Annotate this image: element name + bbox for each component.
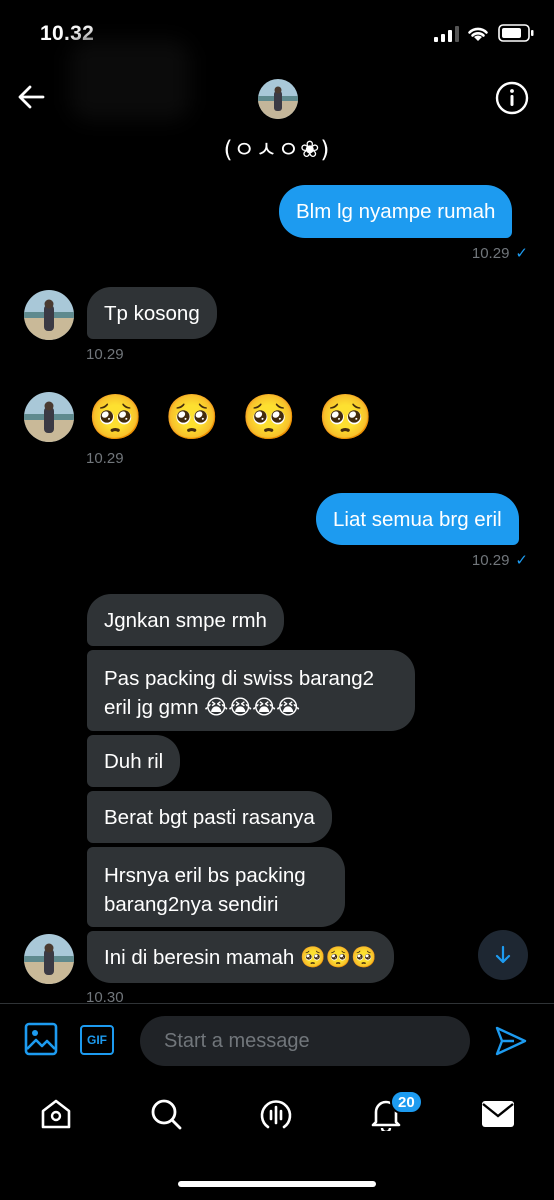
notification-badge: 20	[390, 1090, 423, 1114]
sender-avatar[interactable]	[24, 934, 74, 984]
composer-divider	[0, 1003, 554, 1004]
message-input[interactable]	[140, 1016, 470, 1066]
home-indicator	[178, 1181, 376, 1187]
spaces-icon	[260, 1100, 292, 1129]
message-bubble-sent[interactable]: Liat semua brg eril	[316, 493, 519, 545]
wifi-icon	[468, 27, 488, 41]
message-timestamp: 10.29	[86, 450, 124, 467]
back-arrow-icon[interactable]	[16, 82, 46, 112]
conversation-name[interactable]: (ㅇㅅㅇ❀)	[0, 130, 554, 164]
tab-spaces[interactable]	[256, 1094, 296, 1134]
sender-avatar[interactable]	[24, 392, 74, 442]
message-bubble-received[interactable]: Hrsnya eril bs packing barang2nya sendir…	[87, 847, 345, 927]
search-icon	[151, 1099, 182, 1130]
message-bubble-received[interactable]: Jgnkan smpe rmh	[87, 594, 284, 646]
message-bubble-received[interactable]: Tp kosong	[87, 287, 217, 339]
send-icon[interactable]	[494, 1024, 528, 1058]
blurred-region	[70, 40, 190, 120]
conversation-avatar[interactable]	[258, 79, 298, 119]
message-bubble-received[interactable]: Berat bgt pasti rasanya	[87, 791, 332, 843]
read-check-icon: ✓	[515, 245, 528, 262]
home-icon	[41, 1099, 71, 1129]
tab-messages[interactable]	[478, 1094, 518, 1134]
emoji-message[interactable]: 🥺 🥺 🥺 🥺	[88, 393, 377, 443]
battery-icon	[498, 24, 534, 42]
message-bubble-received[interactable]: Ini di beresin mamah 🥺🥺🥺	[87, 931, 394, 983]
message-timestamp: 10.29	[86, 346, 124, 363]
scroll-to-bottom-button[interactable]	[478, 930, 528, 980]
sender-avatar[interactable]	[24, 290, 74, 340]
arrow-down-icon	[495, 945, 511, 964]
read-check-icon: ✓	[515, 552, 528, 569]
gif-button[interactable]: GIF	[80, 1025, 114, 1055]
cellular-signal-icon	[434, 26, 459, 42]
message-bubble-received[interactable]: Duh ril	[87, 735, 181, 787]
message-bubble-received[interactable]: Pas packing di swiss barang2 eril jg gmn…	[87, 650, 415, 731]
info-icon[interactable]	[494, 80, 530, 116]
tab-home[interactable]	[36, 1094, 76, 1134]
tab-search[interactable]	[146, 1094, 186, 1134]
message-bubble-sent[interactable]: Blm lg nyampe rumah	[279, 185, 513, 238]
message-timestamp: 10.29 ✓	[471, 245, 528, 262]
message-timestamp: 10.29 ✓	[471, 552, 528, 569]
mail-icon	[482, 1101, 514, 1127]
image-icon[interactable]	[24, 1022, 58, 1056]
